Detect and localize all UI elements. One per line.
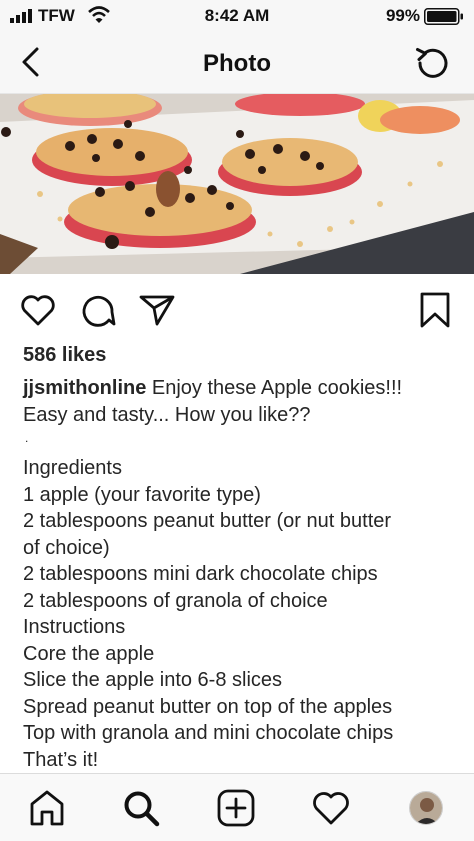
profile-avatar[interactable] (409, 791, 443, 825)
caption-dot: . (25, 431, 29, 445)
caption-line: Slice the apple into 6-8 slices (23, 669, 283, 691)
caption-line: 2 tablespoons peanut butter (or nut butt… (23, 510, 392, 532)
battery-percent: 99% (385, 6, 420, 25)
search-icon[interactable] (121, 788, 161, 828)
battery-icon (424, 8, 463, 25)
add-post-icon[interactable] (216, 788, 256, 828)
avatar-image (410, 792, 442, 824)
caption-text: Enjoy these Apple cookies!!! (146, 377, 403, 399)
caption-line: jjsmithonline Enjoy these Apple cookies!… (23, 375, 453, 402)
caption-line: That’s it! (23, 748, 99, 771)
send-icon[interactable] (138, 292, 176, 328)
status-bar: TFW 8:42 AM 99% (0, 0, 474, 32)
caption-line: Core the apple (23, 642, 155, 665)
caption-line: 2 tablespoons mini dark chocolate chips (23, 563, 378, 585)
caption-line: Top with granola and mini chocolate chip… (23, 722, 394, 744)
comment-icon[interactable] (79, 292, 117, 328)
refresh-icon[interactable] (414, 44, 452, 82)
caption-line: Instructions (23, 616, 126, 638)
post-caption: jjsmithonline Enjoy these Apple cookies!… (23, 375, 453, 773)
caption-line: 1 apple (your favorite type) (23, 483, 261, 506)
bottom-tab-bar (0, 773, 474, 841)
caption-spacer: . (23, 428, 453, 455)
page-title: Photo (203, 50, 271, 77)
post-photo[interactable] (0, 94, 474, 274)
activity-heart-icon[interactable] (311, 788, 351, 828)
caption-line: Spread peanut butter on top of the apple… (23, 695, 393, 718)
caption-line: of choice) (23, 536, 110, 559)
like-count[interactable]: 586 likes (23, 344, 106, 367)
apple-cookies-image (0, 94, 474, 274)
nav-bar: Photo (0, 32, 474, 94)
post-actions (0, 284, 474, 334)
post-username[interactable]: jjsmithonline (23, 377, 146, 399)
home-icon[interactable] (27, 788, 67, 828)
bookmark-icon[interactable] (416, 292, 454, 328)
caption-line: 2 tablespoons of granola of choice (23, 589, 328, 612)
heart-icon[interactable] (19, 292, 57, 328)
caption-line: Easy and tasty... How you like?? (23, 403, 311, 426)
caption-line: Ingredients (23, 457, 122, 479)
